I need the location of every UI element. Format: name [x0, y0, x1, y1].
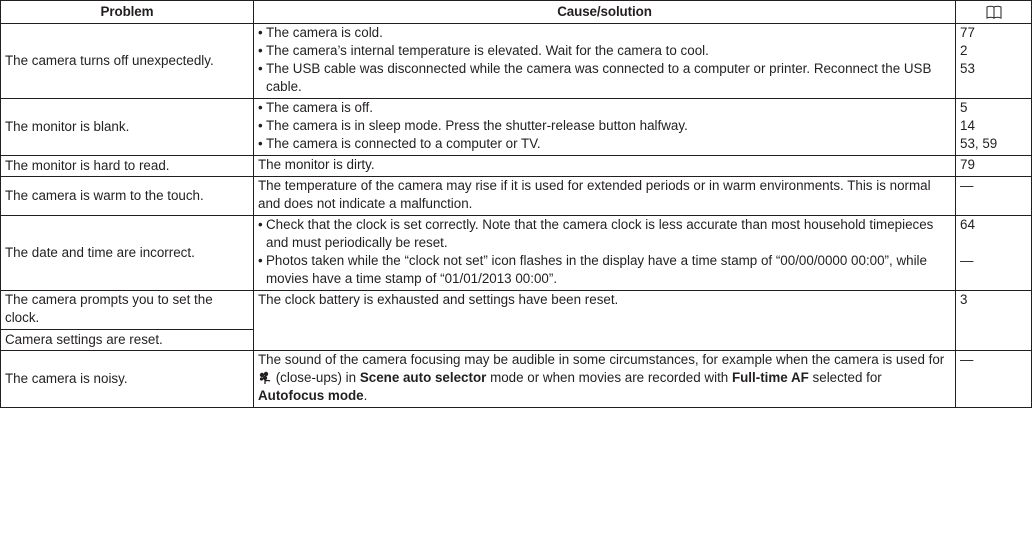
page-ref-link[interactable]: 79 [955, 155, 1032, 177]
scene-auto-selector-term: Scene auto selector [359, 370, 487, 385]
cause-cell: The temperature of the camera may rise i… [253, 176, 956, 216]
page-ref-link[interactable]: 14 [960, 117, 1027, 135]
reference-cell: — [955, 176, 1032, 216]
page-ref-link[interactable]: 77 [960, 24, 1027, 42]
table-row: The camera prompts you to set the clock.… [0, 290, 1032, 351]
cause-item: The camera is in sleep mode. Press the s… [258, 117, 951, 135]
problem-cell: The camera turns off unexpectedly. [0, 23, 254, 99]
table-row: The date and time are incorrect. Check t… [0, 215, 1032, 291]
page-ref-link[interactable]: 3 [955, 290, 1032, 351]
header-reference [955, 0, 1032, 24]
table-row: The camera turns off unexpectedly. The c… [0, 23, 1032, 99]
reference-dash: — [960, 253, 974, 268]
problem-cell: Camera settings are reset. [0, 329, 254, 351]
autofocus-mode-term: Autofocus mode [258, 388, 364, 403]
problem-cell: The camera is warm to the touch. [0, 176, 254, 216]
cause-cell: The camera is off. The camera is in slee… [253, 98, 956, 156]
table-row: The camera is warm to the touch. The tem… [0, 176, 1032, 216]
table-row: The monitor is blank. The camera is off.… [0, 98, 1032, 156]
full-time-af-term: Full-time AF [731, 370, 809, 385]
header-problem: Problem [0, 0, 254, 24]
page-ref-link[interactable]: 53, 59 [960, 135, 1027, 153]
reference-cell: — [955, 350, 1032, 408]
problem-cell: The monitor is hard to read. [0, 155, 254, 177]
cause-item: The camera is off. [258, 99, 951, 117]
page-ref-link[interactable]: 64 [960, 216, 1027, 234]
book-icon [986, 6, 1001, 20]
cause-item: Photos taken while the “clock not set” i… [258, 252, 951, 288]
table-header-row: Problem Cause/solution [0, 0, 1032, 24]
cause-item: The camera is connected to a computer or… [258, 135, 951, 153]
problem-cell: The camera is noisy. [0, 350, 254, 408]
cause-item: Check that the clock is set correctly. N… [258, 216, 951, 252]
cause-item: The camera’s internal temperature is ele… [258, 42, 951, 60]
close-up-scene-icon [259, 371, 271, 384]
reference-cell: 5 14 53, 59 [955, 98, 1032, 156]
problem-cell: The camera prompts you to set the clock. [0, 290, 254, 330]
problem-cell: The date and time are incorrect. [0, 215, 254, 291]
page-ref-link[interactable]: 2 [960, 42, 1027, 60]
header-cause-solution: Cause/solution [253, 0, 956, 24]
reference-cell: 64 — [955, 215, 1032, 291]
cause-item: The camera is cold. [258, 24, 951, 42]
table-row: The camera is noisy. The sound of the ca… [0, 350, 1032, 408]
cause-cell: Check that the clock is set correctly. N… [253, 215, 956, 291]
cause-cell: The camera is cold. The camera’s interna… [253, 23, 956, 99]
page-ref-link[interactable]: 53 [960, 60, 1027, 78]
problem-cell: The monitor is blank. [0, 98, 254, 156]
cause-cell: The sound of the camera focusing may be … [253, 350, 956, 408]
troubleshooting-table: Problem Cause/solution The camera turns … [0, 0, 1032, 408]
page-ref-link[interactable]: 5 [960, 99, 1027, 117]
cause-cell: The clock battery is exhausted and setti… [253, 290, 956, 351]
cause-item: The USB cable was disconnected while the… [258, 60, 951, 96]
table-row: The monitor is hard to read. The monitor… [0, 155, 1032, 177]
cause-cell: The monitor is dirty. [253, 155, 956, 177]
reference-cell: 77 2 53 [955, 23, 1032, 99]
